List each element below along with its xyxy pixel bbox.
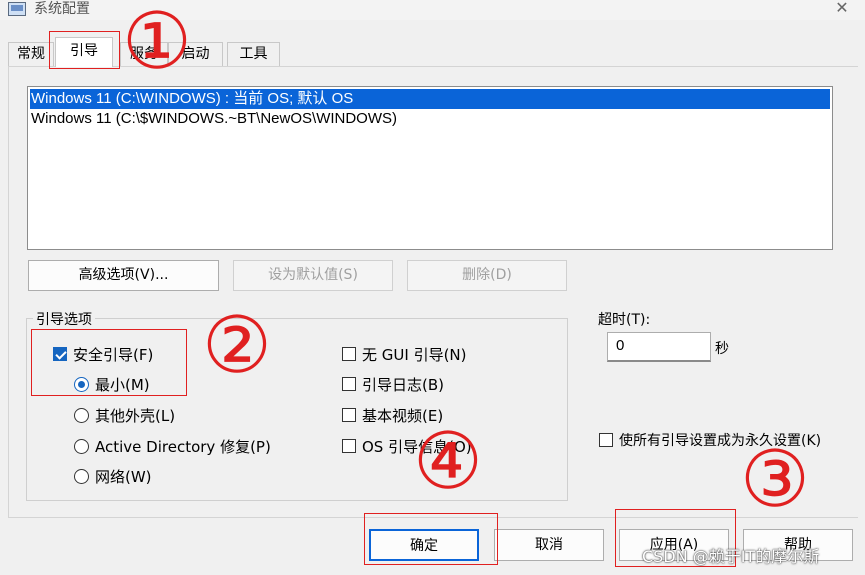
tab-startup[interactable]: 启动 xyxy=(168,42,223,66)
base-video-checkbox[interactable]: 基本视频(E) xyxy=(342,405,443,425)
tab-tools[interactable]: 工具 xyxy=(227,42,280,66)
radio-ad-repair[interactable]: Active Directory 修复(P) xyxy=(74,436,271,456)
tab-general[interactable]: 常规 xyxy=(8,42,54,66)
no-gui-boot-checkbox[interactable]: 无 GUI 引导(N) xyxy=(342,344,467,364)
title-bar: 系统配置 ✕ xyxy=(0,0,865,20)
base-video-label: 基本视频(E) xyxy=(362,406,444,425)
close-icon[interactable]: ✕ xyxy=(832,0,852,18)
radio-network-label: 网络(W) xyxy=(95,467,152,486)
os-list-item[interactable]: Windows 11 (C:\$WINDOWS.~BT\NewOS\WINDOW… xyxy=(28,109,832,129)
tab-services[interactable]: 服务 xyxy=(120,42,168,66)
watermark: CSDN @赖于IT的摩尔斯 xyxy=(642,547,820,566)
ok-button[interactable]: 确定 xyxy=(369,529,479,561)
advanced-options-button[interactable]: 高级选项(V)... xyxy=(28,260,219,291)
checkbox-unchecked[interactable] xyxy=(342,377,356,391)
safe-boot-label: 安全引导(F) xyxy=(73,345,154,364)
radio-unchecked[interactable] xyxy=(74,407,89,423)
radio-minimal[interactable]: 最小(M) xyxy=(74,374,150,394)
radio-unchecked[interactable] xyxy=(74,468,89,484)
boot-options-title: 引导选项 xyxy=(33,309,95,329)
boot-log-checkbox[interactable]: 引导日志(B) xyxy=(342,374,444,394)
radio-alternate-shell[interactable]: 其他外壳(L) xyxy=(74,405,175,425)
os-list-item[interactable]: Windows 11 (C:\WINDOWS) : 当前 OS; 默认 OS xyxy=(30,89,830,109)
checkbox-unchecked[interactable] xyxy=(342,408,356,422)
checkbox-unchecked[interactable] xyxy=(342,439,356,453)
safe-boot-checkbox[interactable]: 安全引导(F) xyxy=(53,344,153,364)
boot-log-label: 引导日志(B) xyxy=(362,375,444,394)
radio-ad-repair-label: Active Directory 修复(P) xyxy=(95,437,271,456)
os-boot-info-checkbox[interactable]: OS 引导信息(O) xyxy=(342,436,472,456)
system-config-icon xyxy=(8,2,26,16)
set-default-button[interactable]: 设为默认值(S) xyxy=(233,260,393,291)
radio-alternate-shell-label: 其他外壳(L) xyxy=(95,406,176,425)
os-boot-info-label: OS 引导信息(O) xyxy=(362,437,472,456)
cancel-button[interactable]: 取消 xyxy=(494,529,604,561)
radio-network[interactable]: 网络(W) xyxy=(74,466,152,486)
radio-minimal-label: 最小(M) xyxy=(95,375,150,394)
window-title: 系统配置 xyxy=(34,1,90,17)
timeout-input[interactable]: 0 xyxy=(607,332,711,362)
no-gui-boot-label: 无 GUI 引导(N) xyxy=(362,345,467,364)
delete-button[interactable]: 删除(D) xyxy=(407,260,567,291)
checkbox-unchecked[interactable] xyxy=(599,433,613,447)
checkbox-unchecked[interactable] xyxy=(342,347,356,361)
radio-unchecked[interactable] xyxy=(74,438,89,454)
radio-checked[interactable] xyxy=(74,376,89,392)
timeout-unit: 秒 xyxy=(715,341,729,357)
permanent-settings-checkbox[interactable]: 使所有引导设置成为永久设置(K) xyxy=(599,430,821,450)
checkbox-checked[interactable] xyxy=(53,347,67,361)
os-list[interactable]: Windows 11 (C:\WINDOWS) : 当前 OS; 默认 OS W… xyxy=(27,86,833,250)
timeout-label: 超时(T): xyxy=(598,312,651,328)
permanent-settings-label: 使所有引导设置成为永久设置(K) xyxy=(619,433,822,449)
tab-boot[interactable]: 引导 xyxy=(55,37,113,67)
